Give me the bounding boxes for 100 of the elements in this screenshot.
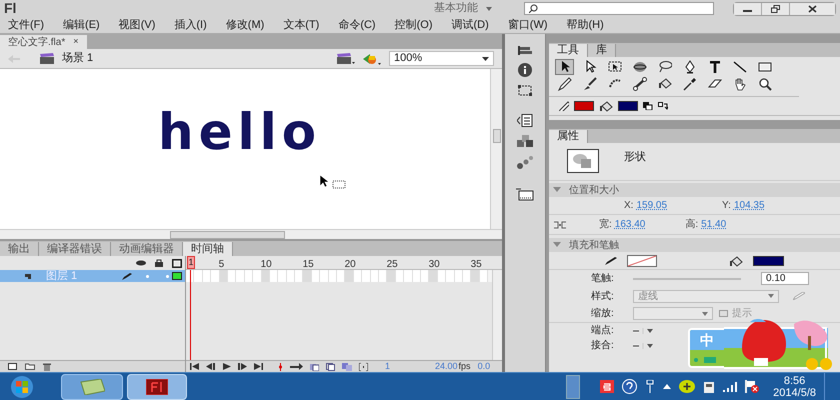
step-back-icon[interactable] — [206, 363, 215, 370]
align-icon[interactable] — [518, 46, 532, 55]
menu-item[interactable]: 窗口(W) — [508, 16, 548, 34]
bone-tool[interactable] — [630, 76, 649, 92]
step-forward-icon[interactable] — [238, 363, 247, 370]
transform-icon[interactable] — [518, 85, 532, 96]
onion-markers-icon[interactable] — [359, 362, 368, 370]
outline-color-icon[interactable] — [172, 272, 182, 280]
menu-item[interactable]: 控制(O) — [394, 16, 432, 34]
field-label: 缩放: — [591, 306, 615, 321]
clock-date[interactable]: 2014/5/8 — [773, 386, 816, 398]
panel-tab[interactable]: 动画编辑器 — [111, 242, 183, 256]
components-icon[interactable] — [517, 135, 533, 148]
pencil-icon — [558, 77, 572, 91]
layer-icon — [25, 273, 34, 279]
frame-number: 25 — [386, 258, 398, 272]
join-dropdown[interactable] — [633, 342, 655, 348]
network-error-icon[interactable] — [745, 380, 760, 393]
visible-dot-icon[interactable] — [146, 274, 149, 278]
close-button[interactable] — [790, 2, 835, 14]
panel-tab[interactable]: 工具 — [549, 44, 588, 57]
zoom-dropdown[interactable]: 100% — [389, 51, 494, 66]
fill-color-swatch[interactable] — [753, 256, 784, 266]
edit-multiple-icon[interactable] — [342, 362, 352, 370]
onion-outline-icon[interactable] — [326, 362, 335, 370]
search-field[interactable] — [524, 2, 714, 15]
menu-item[interactable]: 调试(D) — [452, 16, 489, 34]
section-header[interactable]: 填充和笔触 — [549, 238, 840, 252]
eye-icon[interactable] — [136, 260, 146, 266]
menu-item[interactable]: 文件(F) — [8, 16, 44, 34]
restore-button[interactable] — [762, 2, 790, 14]
default-colors-icon[interactable] — [643, 102, 653, 110]
actions-icon[interactable] — [517, 114, 533, 127]
outline-icon[interactable] — [172, 258, 182, 268]
bone-icon — [632, 77, 646, 91]
panel-tab[interactable]: 库 — [588, 44, 616, 57]
library-folder-icon[interactable] — [516, 187, 534, 201]
panel-tab[interactable]: 编译器错误 — [39, 242, 111, 256]
info-icon[interactable] — [518, 63, 532, 77]
fill-color-swatch[interactable] — [618, 101, 638, 111]
lock-ratio-icon[interactable] — [554, 220, 566, 228]
signal-bars-icon[interactable] — [723, 382, 738, 392]
close-tab-button[interactable]: × — [73, 35, 78, 49]
selection-tool[interactable] — [555, 59, 574, 75]
caret-icon — [768, 294, 774, 298]
motion-presets-icon[interactable] — [517, 156, 533, 169]
section-header[interactable]: 位置和大小 — [549, 183, 840, 197]
first-frame-icon[interactable] — [190, 363, 199, 370]
trash-icon[interactable] — [43, 362, 51, 370]
menu-item[interactable]: 文本(T) — [283, 16, 320, 34]
edit-scene-icon[interactable] — [337, 53, 355, 64]
workspace-menu[interactable]: 基本功能 — [434, 0, 478, 17]
lock-icon[interactable] — [155, 259, 163, 267]
width-value[interactable]: 163.40 — [614, 217, 646, 232]
caret-icon[interactable] — [486, 6, 492, 10]
text-icon — [708, 60, 722, 74]
windows-logo-icon — [11, 376, 33, 398]
hint-checkbox[interactable] — [719, 310, 728, 317]
stroke-width-field[interactable]: 0.10 — [761, 272, 809, 285]
height-value[interactable]: 51.40 — [701, 217, 726, 232]
menu-item[interactable]: 命令(C) — [338, 16, 376, 34]
cap-dropdown[interactable] — [633, 328, 655, 334]
center-frame-icon[interactable] — [278, 362, 283, 370]
help-icon[interactable] — [622, 379, 638, 394]
clock-time[interactable]: 8:56 — [784, 374, 806, 386]
panel-tab[interactable]: 时间轴 — [183, 242, 233, 256]
stroke-color-swatch[interactable] — [574, 101, 594, 111]
menu-item[interactable]: 编辑(E) — [63, 16, 100, 34]
device-icon[interactable] — [703, 380, 716, 393]
app-logo: Fl — [4, 0, 18, 18]
pen-tray-icon[interactable] — [645, 380, 656, 393]
x-value[interactable]: 159.05 — [636, 198, 668, 213]
lock-dot-icon[interactable] — [166, 274, 169, 278]
menu-item[interactable]: 视图(V) — [118, 16, 156, 34]
document-tab[interactable]: 空心文字.fla* × — [0, 35, 86, 49]
field-label: 笔触: — [591, 272, 615, 286]
edit-symbols-icon[interactable] — [363, 52, 381, 64]
minimize-button[interactable] — [734, 2, 762, 14]
playhead[interactable]: 1 — [187, 256, 195, 269]
paint-bucket-icon — [729, 254, 743, 266]
taskbar-app-button[interactable] — [127, 374, 187, 400]
play-icon[interactable] — [222, 363, 231, 370]
new-layer-icon[interactable] — [8, 363, 17, 370]
pencil-tool[interactable] — [555, 76, 574, 92]
menu-item[interactable]: 修改(M) — [226, 16, 264, 34]
onion-skin-icon[interactable] — [310, 362, 319, 370]
y-value[interactable]: 104.35 — [734, 198, 765, 213]
show-hidden-icons[interactable] — [663, 384, 672, 389]
folder-icon[interactable] — [25, 363, 35, 370]
input-method-tray-icon[interactable] — [600, 380, 614, 393]
add-icon[interactable] — [679, 380, 696, 393]
menu-item[interactable]: 帮助(H) — [566, 16, 604, 34]
panel-tab[interactable]: 属性 — [549, 130, 588, 143]
panel-tab[interactable]: 输出 — [0, 242, 39, 256]
stroke-color-swatch[interactable] — [627, 254, 657, 266]
last-frame-icon[interactable] — [254, 363, 263, 370]
swap-colors-icon[interactable] — [658, 102, 668, 110]
loop-icon[interactable] — [290, 363, 303, 370]
taskbar-app-button[interactable] — [61, 374, 123, 400]
menu-item[interactable]: 插入(I) — [174, 16, 207, 34]
